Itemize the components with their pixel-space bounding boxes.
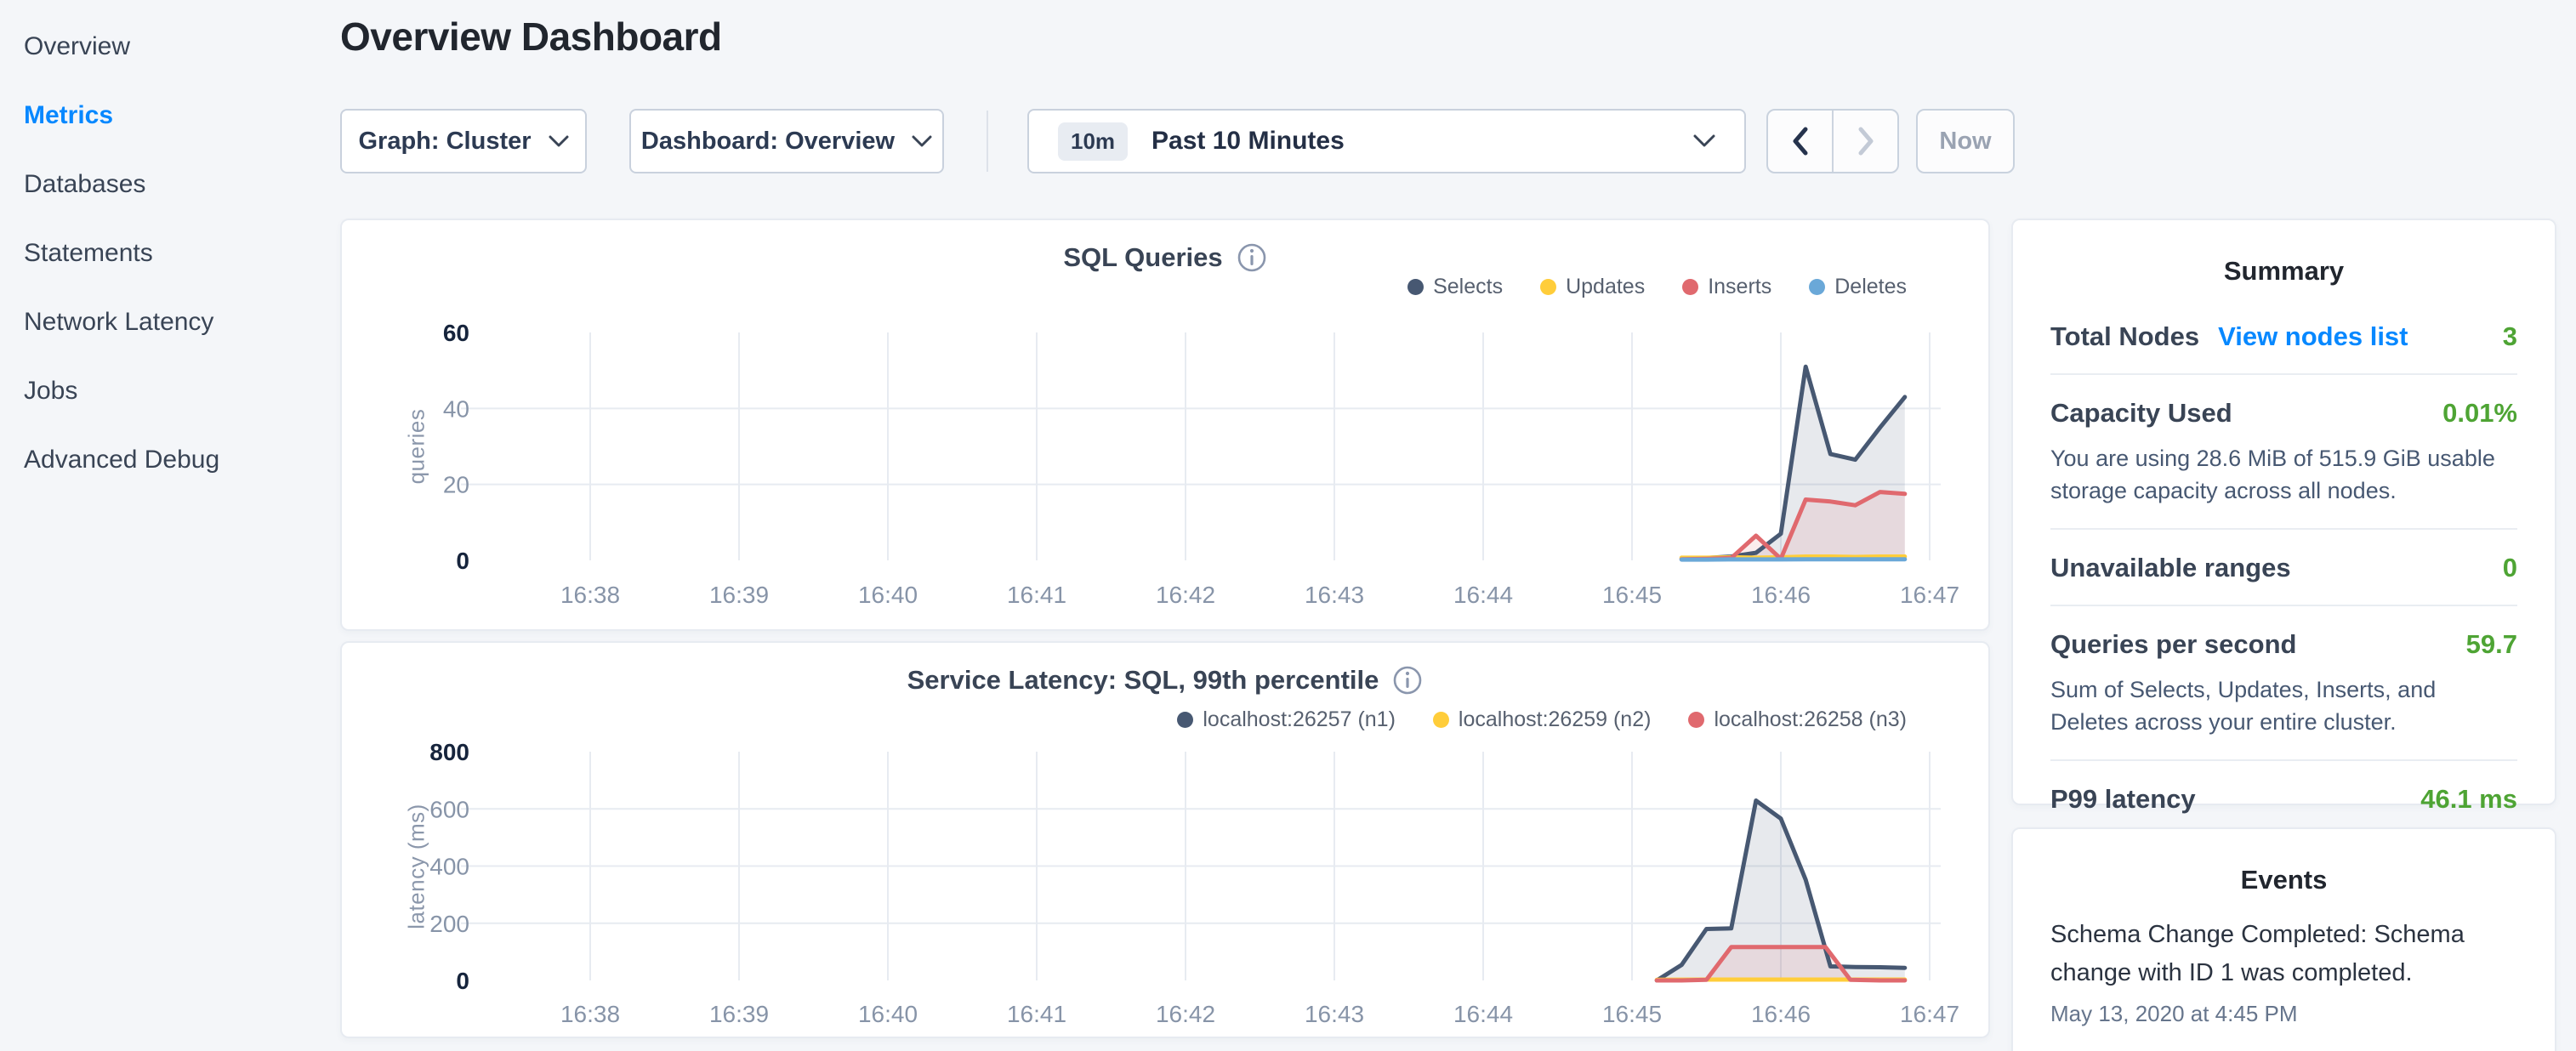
y-tick-label: 60 xyxy=(443,320,469,346)
x-tick-label: 16:46 xyxy=(1751,1001,1811,1027)
summary-row: Total Nodes View nodes list 3 xyxy=(2050,298,2517,373)
x-tick-label: 16:39 xyxy=(709,1001,769,1027)
x-tick-label: 16:41 xyxy=(1007,582,1066,608)
y-tick-label: 0 xyxy=(456,968,469,994)
summary-row: Queries per second 59.7 Sum of Selects, Up… xyxy=(2050,605,2517,759)
summary-row: Unavailable ranges 0 xyxy=(2050,528,2517,605)
sql-queries-chart[interactable]: 16:38 16:39 16:40 16:41 16:42 16:43 16:44 16:45… xyxy=(342,220,1992,633)
x-tick-label: 16:47 xyxy=(1900,1001,1959,1027)
sql-queries-chart-card: SQL Queries SelectsUpdatesInsertsDeletes… xyxy=(340,219,1990,631)
sidebar-item-advanced-debug[interactable]: Advanced Debug xyxy=(24,425,325,494)
summary-row-label: Total Nodes xyxy=(2050,321,2199,352)
x-tick-label: 16:45 xyxy=(1602,1001,1662,1027)
event-item: Schema Change Completed: Schema change w… xyxy=(2013,895,2555,1027)
x-tick-label: 16:44 xyxy=(1453,1001,1513,1027)
page-title: Overview Dashboard xyxy=(340,14,722,60)
events-list: Schema Change Completed: Schema change w… xyxy=(2013,895,2555,1027)
x-tick-label: 16:42 xyxy=(1156,582,1215,608)
x-tick-label: 16:42 xyxy=(1156,1001,1215,1027)
summary-panel: Summary Total Nodes View nodes list 3 Capac… xyxy=(2011,219,2556,805)
sidebar-item-metrics[interactable]: Metrics xyxy=(24,81,325,150)
x-tick-label: 16:38 xyxy=(560,582,620,608)
events-heading: Events xyxy=(2013,829,2555,895)
controls-row: Graph: Cluster Dashboard: Overview 10m P… xyxy=(340,109,2041,173)
service-latency-chart[interactable]: 16:38 16:39 16:40 16:41 16:42 16:43 16:44 16:45… xyxy=(342,643,1992,1040)
summary-row-value: 46.1 ms xyxy=(2420,784,2517,815)
time-forward-button[interactable] xyxy=(1832,111,1897,172)
x-tick-label: 16:40 xyxy=(858,1001,918,1027)
chevron-right-icon xyxy=(1857,127,1874,156)
summary-row: P99 latency 46.1 ms xyxy=(2050,759,2517,836)
event-text: Schema Change Completed: Schema change w… xyxy=(2050,916,2517,992)
dashboard-dropdown-label: Dashboard: Overview xyxy=(641,128,895,156)
sidebar-item-overview[interactable]: Overview xyxy=(24,12,325,81)
graph-scope-dropdown-label: Graph: Cluster xyxy=(358,128,531,156)
summary-row-label: Capacity Used xyxy=(2050,398,2232,429)
y-tick-label: 200 xyxy=(429,911,469,937)
db-console-app: OverviewMetricsDatabasesStatementsNetwor… xyxy=(0,0,2576,1051)
x-tick-label: 16:41 xyxy=(1007,1001,1066,1027)
sidebar-item-databases[interactable]: Databases xyxy=(24,150,325,219)
summary-row: Capacity Used 0.01% You are using 28.6 MiB… xyxy=(2050,373,2517,528)
summary-row-description: Sum of Selects, Updates, Inserts, and De… xyxy=(2050,673,2517,738)
sidebar-item-network-latency[interactable]: Network Latency xyxy=(24,287,325,356)
x-tick-label: 16:40 xyxy=(858,582,918,608)
summary-row-value: 0.01% xyxy=(2442,398,2517,429)
time-range-label: Past 10 Minutes xyxy=(1152,127,1669,156)
chevron-down-icon xyxy=(912,135,932,148)
y-tick-label: 400 xyxy=(429,854,469,880)
x-tick-label: 16:44 xyxy=(1453,582,1513,608)
summary-rows: Total Nodes View nodes list 3 Capacity Used… xyxy=(2013,287,2555,836)
summary-row-value: 3 xyxy=(2503,321,2517,352)
chevron-left-icon xyxy=(1792,127,1809,156)
now-button[interactable]: Now xyxy=(1916,109,2015,173)
summary-row-description: You are using 28.6 MiB of 515.9 GiB usab… xyxy=(2050,442,2517,507)
x-tick-label: 16:39 xyxy=(709,582,769,608)
summary-row-label: Unavailable ranges xyxy=(2050,553,2291,583)
y-tick-label: 0 xyxy=(456,548,469,574)
sidebar-list: OverviewMetricsDatabasesStatementsNetwor… xyxy=(0,0,325,494)
y-tick-label: 40 xyxy=(443,395,469,422)
chevron-down-icon xyxy=(1693,134,1715,148)
x-tick-label: 16:38 xyxy=(560,1001,620,1027)
service-latency-chart-card: Service Latency: SQL, 99th percentile lo… xyxy=(340,641,1990,1038)
event-timestamp: May 13, 2020 at 4:45 PM xyxy=(2050,1001,2517,1027)
sidebar-item-statements[interactable]: Statements xyxy=(24,219,325,287)
sidebar-item-jobs[interactable]: Jobs xyxy=(24,356,325,425)
summary-row-label: Queries per second xyxy=(2050,629,2296,660)
time-range-badge: 10m xyxy=(1058,122,1128,161)
summary-row-value: 59.7 xyxy=(2466,629,2517,660)
summary-row-label: P99 latency xyxy=(2050,784,2196,815)
y-tick-label: 800 xyxy=(429,739,469,765)
events-panel: Events Schema Change Completed: Schema c… xyxy=(2011,827,2556,1051)
x-tick-label: 16:47 xyxy=(1900,582,1959,608)
dashboard-dropdown[interactable]: Dashboard: Overview xyxy=(629,109,944,173)
summary-heading: Summary xyxy=(2013,220,2555,287)
time-range-dropdown[interactable]: 10m Past 10 Minutes xyxy=(1027,109,1746,173)
x-tick-label: 16:43 xyxy=(1305,1001,1364,1027)
summary-row-value: 0 xyxy=(2503,553,2517,583)
view-nodes-list-link[interactable]: View nodes list xyxy=(2218,321,2408,352)
y-tick-label: 600 xyxy=(429,796,469,822)
chevron-down-icon xyxy=(549,135,569,148)
x-tick-label: 16:43 xyxy=(1305,582,1364,608)
time-pager xyxy=(1766,109,1899,173)
time-back-button[interactable] xyxy=(1768,111,1832,172)
y-tick-label: 20 xyxy=(443,472,469,498)
graph-scope-dropdown[interactable]: Graph: Cluster xyxy=(340,109,587,173)
controls-divider xyxy=(987,111,988,172)
x-tick-label: 16:46 xyxy=(1751,582,1811,608)
sidebar-nav: OverviewMetricsDatabasesStatementsNetwor… xyxy=(0,0,325,1051)
x-tick-label: 16:45 xyxy=(1602,582,1662,608)
